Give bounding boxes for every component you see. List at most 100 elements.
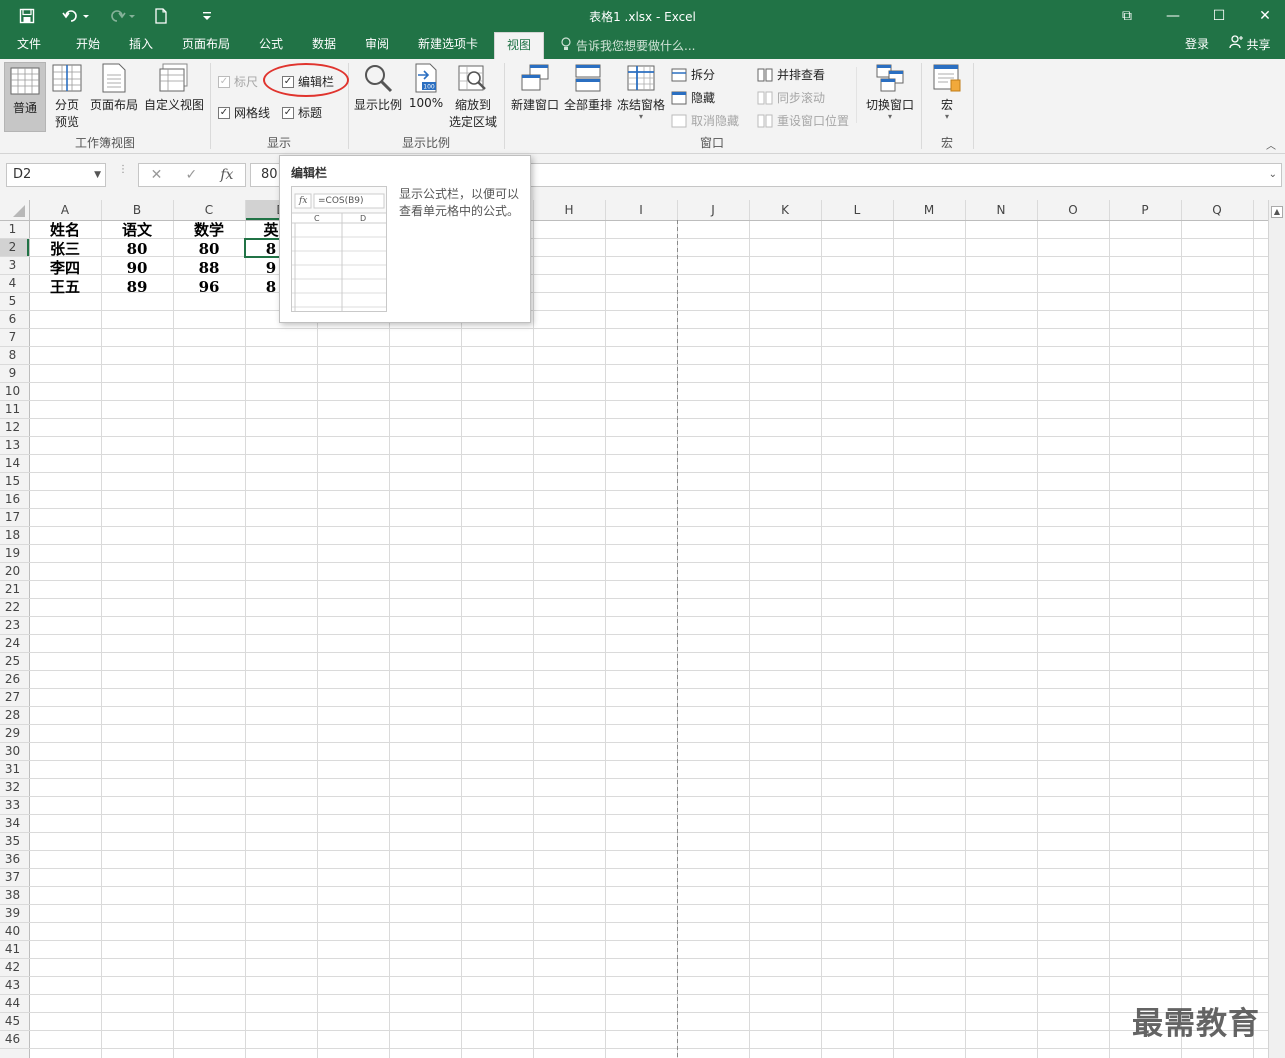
- view-side-by-side-button[interactable]: 并排查看: [757, 66, 825, 83]
- arrange-all-button[interactable]: 全部重排: [562, 62, 614, 113]
- cancel-icon[interactable]: ✕: [151, 167, 163, 183]
- minimize-button[interactable]: —: [1150, 0, 1196, 32]
- ruler-checkbox[interactable]: ✓ 标尺: [218, 73, 258, 90]
- row-header[interactable]: 7: [0, 330, 25, 344]
- sync-scroll-button[interactable]: 同步滚动: [757, 89, 825, 106]
- row-header[interactable]: 17: [0, 510, 25, 524]
- row-header[interactable]: 30: [0, 744, 25, 758]
- cell-b4[interactable]: 89: [101, 278, 173, 296]
- cell-a3[interactable]: 李四: [29, 259, 101, 277]
- insert-function-icon[interactable]: fx: [220, 167, 233, 183]
- row-header[interactable]: 3: [0, 258, 25, 272]
- cell-a4[interactable]: 王五: [29, 278, 101, 296]
- row-header[interactable]: 45: [0, 1014, 25, 1028]
- row-header[interactable]: 10: [0, 384, 25, 398]
- new-file-icon[interactable]: [150, 4, 172, 28]
- row-header[interactable]: 40: [0, 924, 25, 938]
- row-header[interactable]: 15: [0, 474, 25, 488]
- maximize-button[interactable]: ☐: [1196, 0, 1242, 32]
- name-box[interactable]: D2 ▼: [6, 163, 106, 187]
- cell-c2[interactable]: 80: [173, 240, 245, 258]
- cell-b2[interactable]: 80: [101, 240, 173, 258]
- row-header[interactable]: 8: [0, 348, 25, 362]
- row-header[interactable]: 20: [0, 564, 25, 578]
- column-header-l[interactable]: L: [821, 203, 893, 217]
- row-header[interactable]: 26: [0, 672, 25, 686]
- row-header[interactable]: 43: [0, 978, 25, 992]
- row-header[interactable]: 39: [0, 906, 25, 920]
- page-layout-view-button[interactable]: 页面布局: [88, 62, 140, 113]
- tell-me-box[interactable]: 告诉我您想要做什么...: [560, 37, 695, 54]
- unhide-button[interactable]: 取消隐藏: [671, 112, 739, 129]
- vertical-scrollbar[interactable]: ▲: [1268, 200, 1285, 1058]
- row-header[interactable]: 22: [0, 600, 25, 614]
- cell-c1[interactable]: 数学: [173, 221, 245, 239]
- normal-view-button[interactable]: 普通: [4, 62, 46, 132]
- hide-button[interactable]: 隐藏: [671, 89, 715, 106]
- column-header-o[interactable]: O: [1037, 203, 1109, 217]
- row-header[interactable]: 37: [0, 870, 25, 884]
- row-header[interactable]: 29: [0, 726, 25, 740]
- row-header[interactable]: 2: [0, 240, 25, 254]
- tab-page-layout[interactable]: 页面布局: [174, 32, 238, 59]
- row-header[interactable]: 46: [0, 1032, 25, 1046]
- headings-checkbox[interactable]: ✓ 标题: [282, 104, 322, 121]
- row-header[interactable]: 42: [0, 960, 25, 974]
- ribbon-display-options-icon[interactable]: ⧉: [1104, 0, 1150, 32]
- row-header[interactable]: 14: [0, 456, 25, 470]
- row-header[interactable]: 24: [0, 636, 25, 650]
- custom-views-button[interactable]: 自定义视图: [142, 62, 206, 113]
- split-button[interactable]: 拆分: [671, 66, 715, 83]
- column-header-p[interactable]: P: [1109, 203, 1181, 217]
- row-header[interactable]: 4: [0, 276, 25, 290]
- share-button[interactable]: 共享: [1222, 32, 1278, 59]
- column-header-h[interactable]: H: [533, 203, 605, 217]
- scroll-up-icon[interactable]: ▲: [1271, 206, 1283, 218]
- page-break-preview-button[interactable]: 分页 预览: [48, 62, 86, 130]
- column-header-j[interactable]: J: [677, 203, 749, 217]
- sign-in-link[interactable]: 登录: [1178, 32, 1216, 59]
- save-icon[interactable]: [14, 4, 40, 28]
- zoom-to-selection-button[interactable]: 缩放到 选定区域: [446, 62, 500, 130]
- reset-window-position-button[interactable]: 重设窗口位置: [757, 112, 849, 129]
- row-header[interactable]: 23: [0, 618, 25, 632]
- row-header[interactable]: 27: [0, 690, 25, 704]
- row-header[interactable]: 9: [0, 366, 25, 380]
- column-header-b[interactable]: B: [101, 203, 173, 217]
- row-header[interactable]: 1: [0, 222, 25, 236]
- row-header[interactable]: 12: [0, 420, 25, 434]
- redo-icon[interactable]: [104, 4, 140, 28]
- column-header-q[interactable]: Q: [1181, 203, 1253, 217]
- gridlines-checkbox[interactable]: ✓ 网格线: [218, 104, 270, 121]
- column-header-n[interactable]: N: [965, 203, 1037, 217]
- cell-a1[interactable]: 姓名: [29, 221, 101, 239]
- collapse-ribbon-icon[interactable]: ︿: [1266, 137, 1276, 152]
- formula-bar-grip-icon[interactable]: ⋮: [118, 165, 128, 175]
- row-header[interactable]: 44: [0, 996, 25, 1010]
- column-header-c[interactable]: C: [173, 203, 245, 217]
- row-header[interactable]: 6: [0, 312, 25, 326]
- cell-b1[interactable]: 语文: [101, 221, 173, 239]
- expand-formula-bar-icon[interactable]: ⌄: [1269, 164, 1277, 186]
- tab-file[interactable]: 文件: [5, 32, 53, 59]
- row-header[interactable]: 5: [0, 294, 25, 308]
- freeze-panes-button[interactable]: 冻结窗格 ▾: [614, 62, 668, 121]
- column-header-m[interactable]: M: [893, 203, 965, 217]
- undo-icon[interactable]: [58, 4, 94, 28]
- cell-c4[interactable]: 96: [173, 278, 245, 296]
- tab-new[interactable]: 新建选项卡: [410, 32, 486, 59]
- tab-home[interactable]: 开始: [64, 32, 112, 59]
- column-header-k[interactable]: K: [749, 203, 821, 217]
- row-header[interactable]: 31: [0, 762, 25, 776]
- row-header[interactable]: 41: [0, 942, 25, 956]
- row-header[interactable]: 35: [0, 834, 25, 848]
- enter-icon[interactable]: ✓: [185, 167, 197, 183]
- tab-formulas[interactable]: 公式: [247, 32, 295, 59]
- row-header[interactable]: 19: [0, 546, 25, 560]
- name-box-dropdown-icon[interactable]: ▼: [94, 164, 101, 186]
- formula-bar-checkbox[interactable]: ✓ 编辑栏: [282, 73, 334, 90]
- row-header[interactable]: 36: [0, 852, 25, 866]
- row-header[interactable]: 16: [0, 492, 25, 506]
- row-header[interactable]: 38: [0, 888, 25, 902]
- tab-review[interactable]: 审阅: [353, 32, 401, 59]
